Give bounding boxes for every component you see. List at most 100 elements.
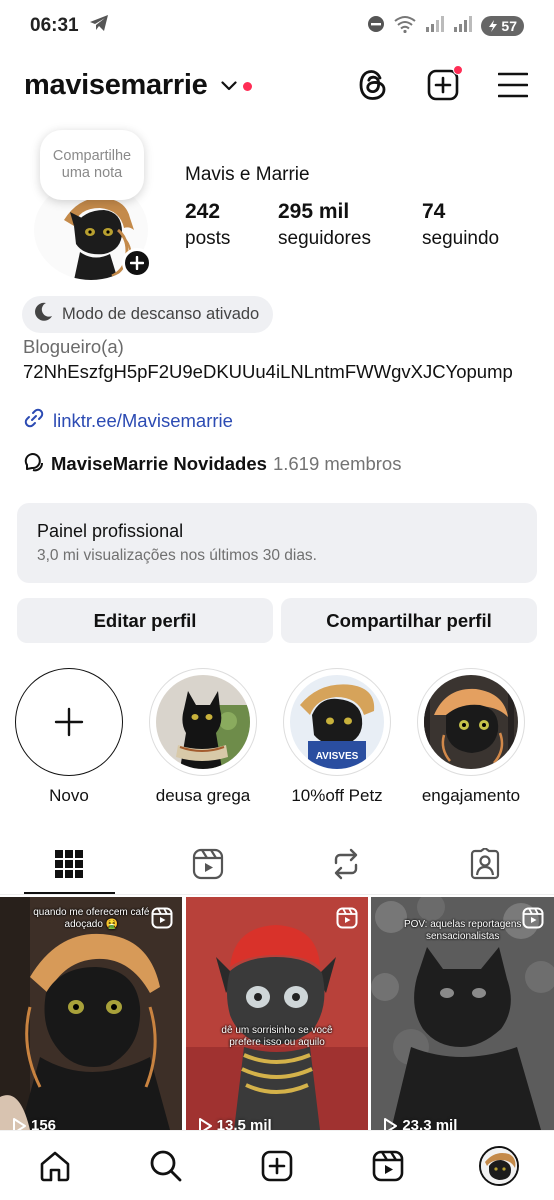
highlight-cover-ring[interactable] <box>417 668 525 776</box>
grid-post[interactable]: quando me oferecem café adoçado 🤮 156 <box>0 897 183 1130</box>
status-time: 06:31 <box>30 15 79 36</box>
highlight-item[interactable]: engajamento <box>417 668 525 806</box>
tabs-divider <box>0 894 554 895</box>
highlight-item[interactable]: AVISVES 10%off Petz <box>283 668 391 806</box>
plus-icon <box>54 707 84 737</box>
menu-icon[interactable] <box>496 68 530 102</box>
reel-badge-icon <box>336 907 358 934</box>
post-views: 156 <box>12 1117 56 1130</box>
battery-level: 57 <box>501 18 517 34</box>
stat-value: 242 <box>185 200 221 223</box>
post-views: 13,5 mil <box>198 1117 272 1130</box>
stat-posts[interactable]: 242 posts <box>185 198 278 252</box>
highlight-label: 10%off Petz <box>291 786 383 805</box>
nav-profile[interactable] <box>474 1141 524 1191</box>
views-count: 23,3 mil <box>402 1117 458 1130</box>
grid-icon <box>55 850 84 878</box>
views-count: 13,5 mil <box>216 1117 272 1130</box>
highlight-cover <box>156 675 250 769</box>
create-post-icon[interactable] <box>426 65 463 102</box>
grid-post[interactable]: dê um sorrisinho se você prefere isso ou… <box>185 897 369 1130</box>
tagged-person-icon <box>470 848 499 880</box>
rest-mode-chip[interactable]: Modo de descanso ativado <box>22 296 274 333</box>
account-notification-dot <box>243 81 253 91</box>
tab-grid[interactable] <box>0 834 139 894</box>
profile-actions: Editar perfil Compartilhar perfil <box>17 598 537 643</box>
battery-indicator: 57 <box>481 16 524 36</box>
post-caption: dê um sorrisinho se você prefere isso ou… <box>221 1025 333 1048</box>
bio-link[interactable]: linktr.ee/Mavisemarrie <box>23 407 233 434</box>
create-icon <box>261 1150 293 1181</box>
profile-tabs <box>0 834 554 894</box>
nav-search[interactable] <box>141 1141 191 1191</box>
highlight-cover-ring[interactable]: AVISVES <box>283 668 391 776</box>
share-profile-button[interactable]: Compartilhar perfil <box>281 598 537 643</box>
channel-icon <box>23 450 45 477</box>
dashboard-subtitle: 3,0 mi visualizações nos últimos 30 dias… <box>37 547 317 564</box>
channel-name: MaviseMarrie Novidades <box>51 452 267 474</box>
play-icon <box>198 1117 212 1130</box>
highlight-item[interactable]: deusa grega <box>149 668 257 806</box>
threads-icon[interactable] <box>356 68 390 102</box>
highlight-banner-text: AVISVES <box>316 751 359 762</box>
channel-members: 1.619 membros <box>272 452 402 474</box>
stat-following[interactable]: 74 seguindo <box>422 198 499 252</box>
tab-reposts[interactable] <box>277 834 416 894</box>
highlight-cover: AVISVES <box>290 675 384 769</box>
repost-icon <box>335 848 358 880</box>
bio-link-text[interactable]: linktr.ee/Mavisemarrie <box>53 410 233 432</box>
play-icon <box>13 1117 26 1130</box>
dashboard-title: Painel profissional <box>37 521 184 541</box>
highlight-label: engajamento <box>421 786 521 805</box>
stat-label: posts <box>185 228 231 249</box>
post-views: 23,3 mil <box>383 1117 457 1130</box>
note-bubble[interactable]: Compartilhe uma nota <box>40 130 144 200</box>
reels-icon <box>372 1150 404 1181</box>
highlight-new[interactable]: Novo <box>15 668 123 806</box>
rest-mode-label: Modo de descanso ativado <box>62 305 260 323</box>
moon-icon <box>32 301 54 328</box>
highlight-cover-ring[interactable] <box>149 668 257 776</box>
reels-icon <box>192 848 223 880</box>
nav-create[interactable] <box>252 1141 302 1191</box>
new-highlight-button[interactable] <box>15 668 123 776</box>
signal-icon <box>425 15 445 37</box>
chevron-down-icon[interactable] <box>221 78 238 96</box>
profile-category: Blogueiro(a) <box>23 336 124 357</box>
highlight-label: Novo <box>49 786 89 805</box>
views-count: 156 <box>31 1117 57 1130</box>
display-name: Mavis e Marrie <box>185 164 310 185</box>
home-icon <box>41 1151 70 1181</box>
stat-followers[interactable]: 295 mil seguidores <box>278 198 422 252</box>
play-icon <box>384 1117 398 1130</box>
wifi-icon <box>393 15 417 38</box>
nav-home[interactable] <box>30 1141 80 1191</box>
edit-profile-button[interactable]: Editar perfil <box>17 598 273 643</box>
tab-reels[interactable] <box>139 834 278 894</box>
profile-header: mavisemarrie <box>24 60 530 110</box>
posts-grid: quando me oferecem café adoçado 🤮 156 dê… <box>0 897 554 1130</box>
stat-value: 74 <box>422 200 446 223</box>
stat-label: seguidores <box>278 228 371 249</box>
username[interactable]: mavisemarrie <box>24 69 208 102</box>
create-notification-dot <box>453 65 463 75</box>
tab-tagged[interactable] <box>416 834 554 894</box>
broadcast-channel[interactable]: MaviseMarrie Novidades 1.619 membros <box>23 450 401 477</box>
professional-dashboard[interactable]: Painel profissional 3,0 mi visualizações… <box>17 503 537 583</box>
story-highlights: Novo deusa grega AVISVES 10%off Petz eng… <box>15 668 525 806</box>
add-story-button[interactable] <box>122 248 152 278</box>
link-icon <box>23 407 45 434</box>
stat-label: seguindo <box>422 228 500 249</box>
bottom-navigation <box>0 1130 554 1200</box>
note-text: Compartilhe uma nota <box>52 148 132 181</box>
nav-reels[interactable] <box>363 1141 413 1191</box>
stat-value: 295 mil <box>278 200 350 223</box>
highlight-cover <box>424 675 518 769</box>
highlight-label: deusa grega <box>155 786 251 805</box>
dnd-icon <box>367 15 385 38</box>
profile-avatar-small <box>478 1145 519 1186</box>
signal-icon-2 <box>453 15 473 37</box>
search-icon <box>150 1150 182 1181</box>
grid-post[interactable]: POV: aquelas reportagens sensacionalista… <box>371 897 554 1130</box>
profile-stats: 242 posts 295 mil seguidores 74 seguindo <box>185 198 499 252</box>
